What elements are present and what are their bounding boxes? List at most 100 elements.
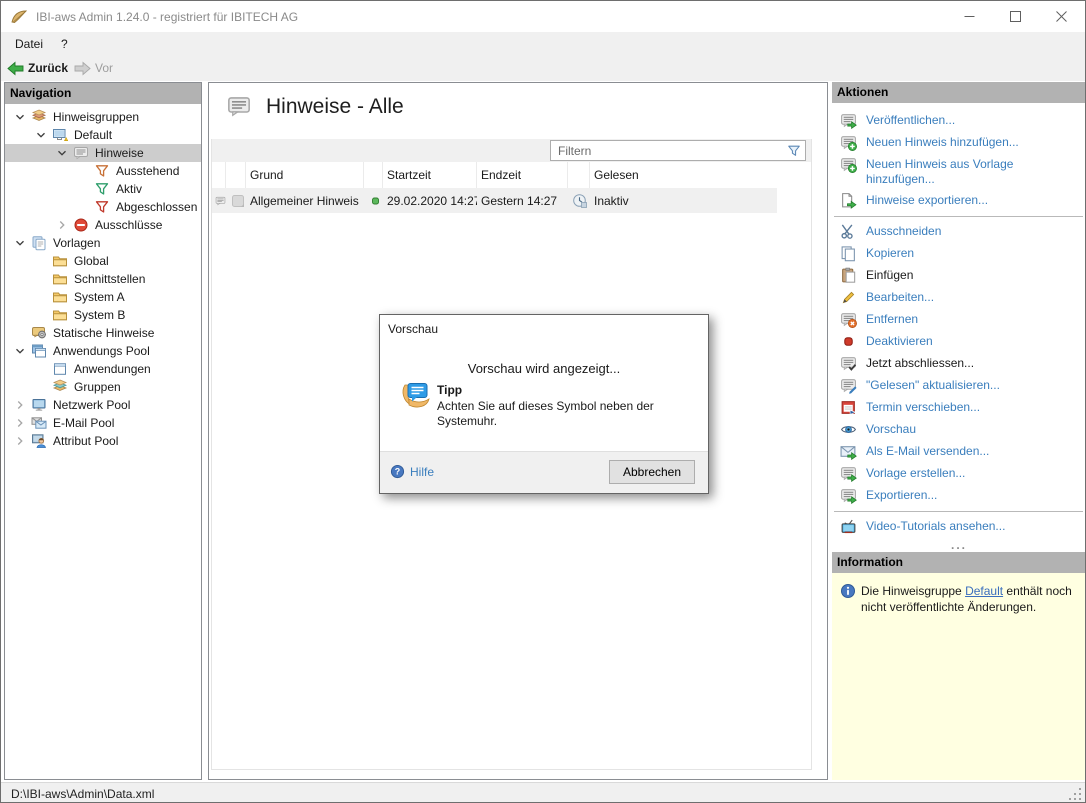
cancel-button[interactable]: Abbrechen: [609, 460, 695, 484]
help-link[interactable]: Hilfe: [390, 464, 434, 479]
action-veroeffentlichen[interactable]: Veröffentlichen...: [832, 110, 1085, 132]
action-neuen-hinweis-aus-vorlage[interactable]: Neuen Hinweis aus Vorlage hinzufügen...: [832, 154, 1085, 190]
separator: [834, 216, 1083, 217]
action-deaktivieren[interactable]: Deaktivieren: [832, 331, 1085, 353]
export-notices-icon: [840, 192, 857, 209]
tree-item-hinweisgruppen[interactable]: Hinweisgruppen: [5, 108, 201, 126]
tree-item-attribut-pool[interactable]: Attribut Pool: [5, 432, 201, 450]
help-icon: [390, 464, 405, 479]
forward-button[interactable]: Vor: [74, 61, 113, 76]
tree-item-statische-hinweise[interactable]: Statische Hinweise: [5, 324, 201, 342]
tree-item-aktiv[interactable]: Aktiv: [5, 180, 201, 198]
column-gelesen[interactable]: Gelesen: [590, 162, 777, 188]
action-bearbeiten[interactable]: Bearbeiten...: [832, 287, 1085, 309]
tree-item-hinweise[interactable]: Hinweise: [5, 144, 201, 162]
actions-list: Veröffentlichen... Neuen Hinweis hinzufü…: [832, 103, 1085, 552]
tree-item-ausschluesse[interactable]: Ausschlüsse: [5, 216, 201, 234]
column-status[interactable]: [364, 162, 383, 188]
action-exportieren[interactable]: Exportieren...: [832, 485, 1085, 507]
chevron-down-icon[interactable]: [55, 145, 73, 161]
action-jetzt-abschliessen[interactable]: Jetzt abschliessen...: [832, 353, 1085, 375]
resize-grip[interactable]: [1069, 788, 1082, 801]
dialog-footer: Hilfe Abbrechen: [380, 451, 708, 493]
action-einfuegen[interactable]: Einfügen: [832, 265, 1085, 287]
monitor-warning-icon: [52, 127, 68, 143]
add-notice-from-template-icon: [840, 156, 857, 173]
action-vorlage-erstellen[interactable]: Vorlage erstellen...: [832, 463, 1085, 485]
tip-text: Achten Sie auf dieses Symbol neben der S…: [437, 399, 654, 428]
maximize-button[interactable]: [992, 1, 1038, 32]
filter-input[interactable]: [551, 141, 781, 160]
action-entfernen[interactable]: Entfernen: [832, 309, 1085, 331]
tree-item-vorlagen[interactable]: Vorlagen: [5, 234, 201, 252]
action-vorschau[interactable]: Vorschau: [832, 419, 1085, 441]
chevron-down-icon[interactable]: [34, 127, 52, 143]
tree-item-ausstehend[interactable]: Ausstehend: [5, 162, 201, 180]
filter-funnel-icon[interactable]: [787, 144, 801, 158]
column-endzeit[interactable]: Endzeit: [477, 162, 568, 188]
clock-icon: [572, 193, 588, 209]
copy-icon: [840, 245, 857, 262]
forward-arrow-icon: [74, 61, 91, 76]
cell-gelesen: Inaktiv: [594, 194, 629, 208]
minimize-button[interactable]: [946, 1, 992, 32]
column-startzeit[interactable]: Startzeit: [383, 162, 477, 188]
action-als-email-versenden[interactable]: Als E-Mail versenden...: [832, 441, 1085, 463]
action-gelesen-aktualisieren[interactable]: "Gelesen" aktualisieren...: [832, 375, 1085, 397]
information-header: Information: [832, 552, 1085, 573]
chevron-down-icon[interactable]: [13, 343, 31, 359]
more-actions-indicator[interactable]: ...: [832, 539, 1085, 552]
tree-item-schnittstellen[interactable]: Schnittstellen: [5, 270, 201, 288]
publish-icon: [840, 112, 857, 129]
tree-item-email-pool[interactable]: E-Mail Pool: [5, 414, 201, 432]
action-kopieren[interactable]: Kopieren: [832, 243, 1085, 265]
toolbar: Zurück Vor: [1, 55, 1085, 81]
chevron-right-icon[interactable]: [55, 217, 73, 233]
cut-icon: [840, 223, 857, 240]
cell-status: [364, 193, 383, 209]
static-notices-icon: [31, 325, 47, 341]
folder-icon: [52, 289, 68, 305]
actions-header: Aktionen: [832, 82, 1085, 103]
column-icon2[interactable]: [226, 162, 246, 188]
tree-item-anwendungen[interactable]: Anwendungen: [5, 360, 201, 378]
tree-item-netzwerk-pool[interactable]: Netzwerk Pool: [5, 396, 201, 414]
action-termin-verschieben[interactable]: Termin verschieben...: [832, 397, 1085, 419]
menu-help[interactable]: ?: [52, 32, 77, 55]
tree-item-system-a[interactable]: System A: [5, 288, 201, 306]
tip-bubble-icon: [401, 381, 431, 409]
action-hinweise-exportieren[interactable]: Hinweise exportieren...: [832, 190, 1085, 212]
action-ausschneiden[interactable]: Ausschneiden: [832, 221, 1085, 243]
chevron-right-icon[interactable]: [13, 433, 31, 449]
table-row[interactable]: Allgemeiner Hinweis 29.02.2020 14:27 Ges…: [212, 189, 777, 213]
update-read-icon: [840, 377, 857, 394]
create-template-icon: [840, 465, 857, 482]
chevron-down-icon[interactable]: [13, 235, 31, 251]
menu-datei[interactable]: Datei: [1, 32, 52, 55]
chevron-right-icon[interactable]: [13, 415, 31, 431]
navigation-header: Navigation: [5, 83, 201, 104]
close-button[interactable]: [1038, 1, 1084, 32]
tree-item-gruppen[interactable]: Gruppen: [5, 378, 201, 396]
tree-item-abgeschlossen[interactable]: Abgeschlossen: [5, 198, 201, 216]
tree-item-global[interactable]: Global: [5, 252, 201, 270]
chevron-right-icon[interactable]: [13, 397, 31, 413]
templates-icon: [31, 235, 47, 251]
information-panel: Die Hinweisgruppe Default enthält noch n…: [832, 573, 1085, 780]
column-icon1[interactable]: [212, 162, 226, 188]
column-grund[interactable]: Grund: [246, 162, 364, 188]
default-group-link[interactable]: Default: [965, 584, 1003, 598]
tree-item-anwendungs-pool[interactable]: Anwendungs Pool: [5, 342, 201, 360]
action-video-tutorials[interactable]: Video-Tutorials ansehen...: [832, 516, 1085, 538]
cell-gelesen-icon: [568, 193, 590, 209]
cell-attachment: [226, 193, 246, 209]
back-button[interactable]: Zurück: [7, 61, 68, 76]
column-gelesen-icon[interactable]: [568, 162, 590, 188]
filter-completed-icon: [94, 199, 110, 215]
chevron-down-icon[interactable]: [13, 109, 31, 125]
tree-item-default[interactable]: Default: [5, 126, 201, 144]
title-bar[interactable]: IBI-aws Admin 1.24.0 - registriert für I…: [1, 1, 1085, 32]
tree-item-system-b[interactable]: System B: [5, 306, 201, 324]
action-neuen-hinweis-hinzufuegen[interactable]: Neuen Hinweis hinzufügen...: [832, 132, 1085, 154]
separator: [834, 511, 1083, 512]
